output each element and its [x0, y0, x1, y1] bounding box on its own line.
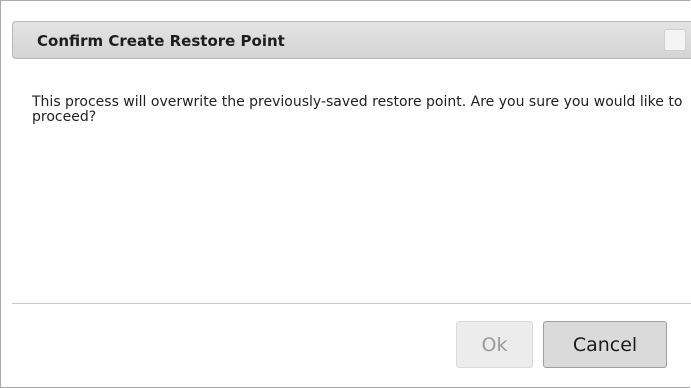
cancel-button[interactable]: Cancel: [543, 321, 667, 368]
dialog-title: Confirm Create Restore Point: [37, 32, 285, 50]
confirm-dialog: Confirm Create Restore Point This proces…: [0, 0, 691, 388]
dialog-divider: [12, 303, 691, 304]
dialog-message: This process will overwrite the previous…: [32, 94, 683, 125]
close-icon[interactable]: [664, 29, 686, 51]
dialog-titlebar: Confirm Create Restore Point: [12, 21, 691, 59]
ok-button[interactable]: Ok: [456, 321, 533, 368]
